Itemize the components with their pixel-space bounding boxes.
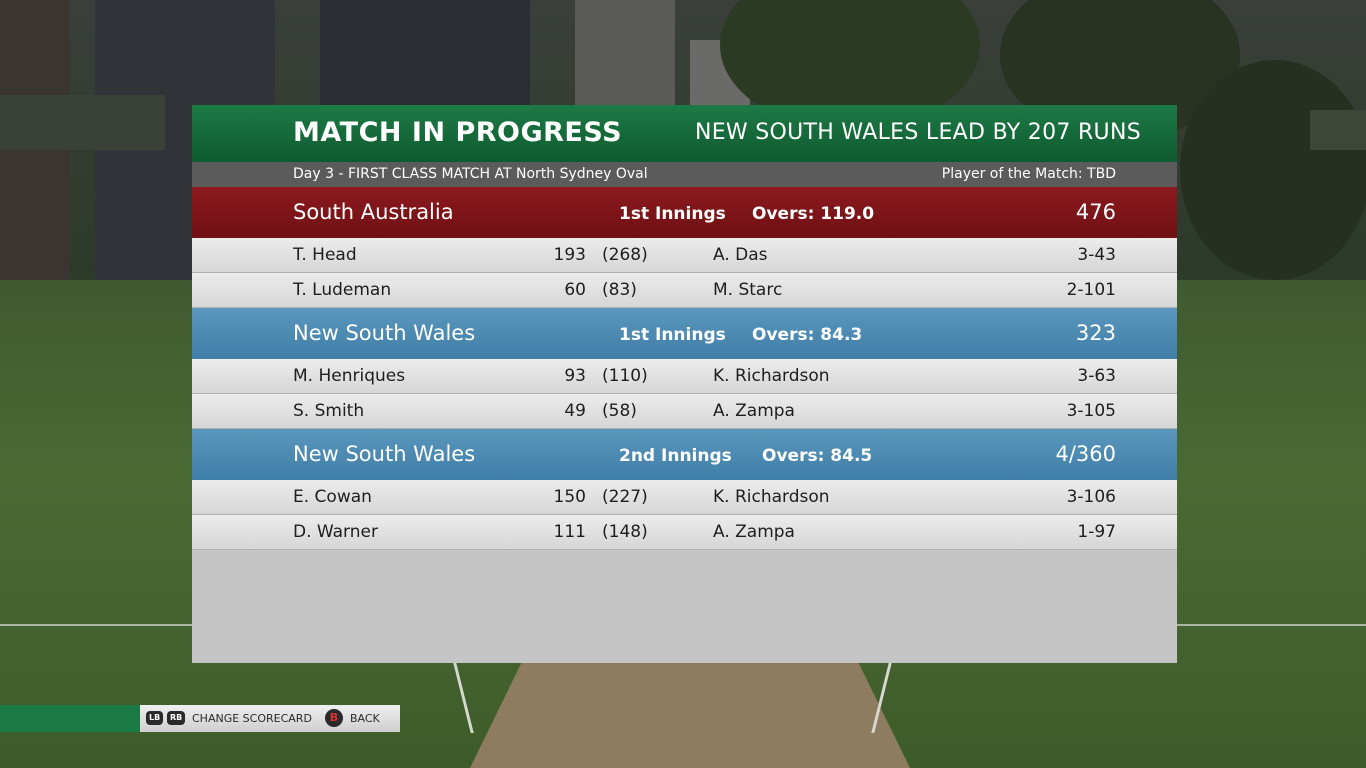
bowler-figures: 3-43 bbox=[1077, 245, 1116, 265]
batter-name: T. Head bbox=[293, 245, 357, 265]
b-button-icon[interactable]: B bbox=[325, 709, 343, 727]
player-row: E. Cowan 150 (227) K. Richardson 3-106 bbox=[192, 480, 1177, 515]
batter-balls: (58) bbox=[602, 401, 637, 421]
overs-count: Overs: 84.5 bbox=[762, 446, 873, 466]
innings-header-new-south-wales-2nd: New South Wales 2nd Innings Overs: 84.5 … bbox=[192, 429, 1177, 480]
bowler-figures: 3-63 bbox=[1077, 366, 1116, 386]
bowler-figures: 2-101 bbox=[1066, 280, 1116, 300]
batter-runs: 111 bbox=[553, 522, 586, 542]
team-score: 323 bbox=[1075, 321, 1116, 345]
bowler-figures: 3-106 bbox=[1066, 487, 1116, 507]
innings-label: 1st Innings bbox=[619, 325, 726, 345]
match-info: Day 3 - FIRST CLASS MATCH AT North Sydne… bbox=[293, 166, 648, 182]
footer-accent bbox=[0, 705, 140, 732]
change-scorecard-label[interactable]: CHANGE SCORECARD bbox=[192, 712, 312, 725]
batter-runs: 150 bbox=[553, 487, 586, 507]
team-score: 4/360 bbox=[1055, 442, 1116, 466]
batter-runs: 93 bbox=[564, 366, 586, 386]
batter-name: M. Henriques bbox=[293, 366, 406, 386]
innings-label: 2nd Innings bbox=[619, 446, 732, 466]
innings-header-south-australia-1st: South Australia 1st Innings Overs: 119.0… bbox=[192, 187, 1177, 238]
lb-button-icon[interactable]: LB bbox=[146, 711, 164, 725]
bowler-name: M. Starc bbox=[713, 280, 783, 300]
batter-balls: (227) bbox=[602, 487, 648, 507]
player-row: T. Ludeman 60 (83) M. Starc 2-101 bbox=[192, 273, 1177, 308]
batter-name: S. Smith bbox=[293, 401, 365, 421]
back-label[interactable]: BACK bbox=[350, 712, 380, 725]
scorecard-header: MATCH IN PROGRESS NEW SOUTH WALES LEAD B… bbox=[192, 105, 1177, 162]
player-of-match: Player of the Match: TBD bbox=[941, 166, 1116, 182]
match-status-title: MATCH IN PROGRESS bbox=[293, 117, 623, 148]
player-row: T. Head 193 (268) A. Das 3-43 bbox=[192, 238, 1177, 273]
lead-summary: NEW SOUTH WALES LEAD BY 207 RUNS bbox=[694, 120, 1141, 145]
batter-runs: 60 bbox=[564, 280, 586, 300]
player-row: M. Henriques 93 (110) K. Richardson 3-63 bbox=[192, 359, 1177, 394]
batter-balls: (148) bbox=[602, 522, 648, 542]
team-name: New South Wales bbox=[293, 321, 476, 345]
bowler-name: K. Richardson bbox=[713, 366, 830, 386]
batter-name: E. Cowan bbox=[293, 487, 372, 507]
rb-button-icon[interactable]: RB bbox=[167, 711, 186, 725]
bowler-name: A. Zampa bbox=[713, 522, 795, 542]
batter-runs: 193 bbox=[553, 245, 586, 265]
controller-hints-bar: LB RB CHANGE SCORECARD B BACK bbox=[140, 705, 400, 732]
player-row: S. Smith 49 (58) A. Zampa 3-105 bbox=[192, 394, 1177, 429]
batter-runs: 49 bbox=[564, 401, 586, 421]
batter-balls: (83) bbox=[602, 280, 637, 300]
batter-balls: (110) bbox=[602, 366, 648, 386]
bowler-name: A. Das bbox=[713, 245, 768, 265]
innings-label: 1st Innings bbox=[619, 204, 726, 224]
bowler-figures: 1-97 bbox=[1077, 522, 1116, 542]
bowler-name: K. Richardson bbox=[713, 487, 830, 507]
innings-header-new-south-wales-1st: New South Wales 1st Innings Overs: 84.3 … bbox=[192, 308, 1177, 359]
batter-name: T. Ludeman bbox=[293, 280, 392, 300]
batter-name: D. Warner bbox=[293, 522, 378, 542]
player-row: D. Warner 111 (148) A. Zampa 1-97 bbox=[192, 515, 1177, 550]
team-score: 476 bbox=[1075, 200, 1116, 224]
match-info-bar: Day 3 - FIRST CLASS MATCH AT North Sydne… bbox=[192, 162, 1177, 187]
batter-balls: (268) bbox=[602, 245, 648, 265]
overs-count: Overs: 84.3 bbox=[752, 325, 863, 345]
bowler-figures: 3-105 bbox=[1066, 401, 1116, 421]
bowler-name: A. Zampa bbox=[713, 401, 795, 421]
overs-count: Overs: 119.0 bbox=[752, 204, 875, 224]
team-name: New South Wales bbox=[293, 442, 476, 466]
team-name: South Australia bbox=[293, 200, 454, 224]
scorecard-panel: MATCH IN PROGRESS NEW SOUTH WALES LEAD B… bbox=[192, 105, 1177, 663]
